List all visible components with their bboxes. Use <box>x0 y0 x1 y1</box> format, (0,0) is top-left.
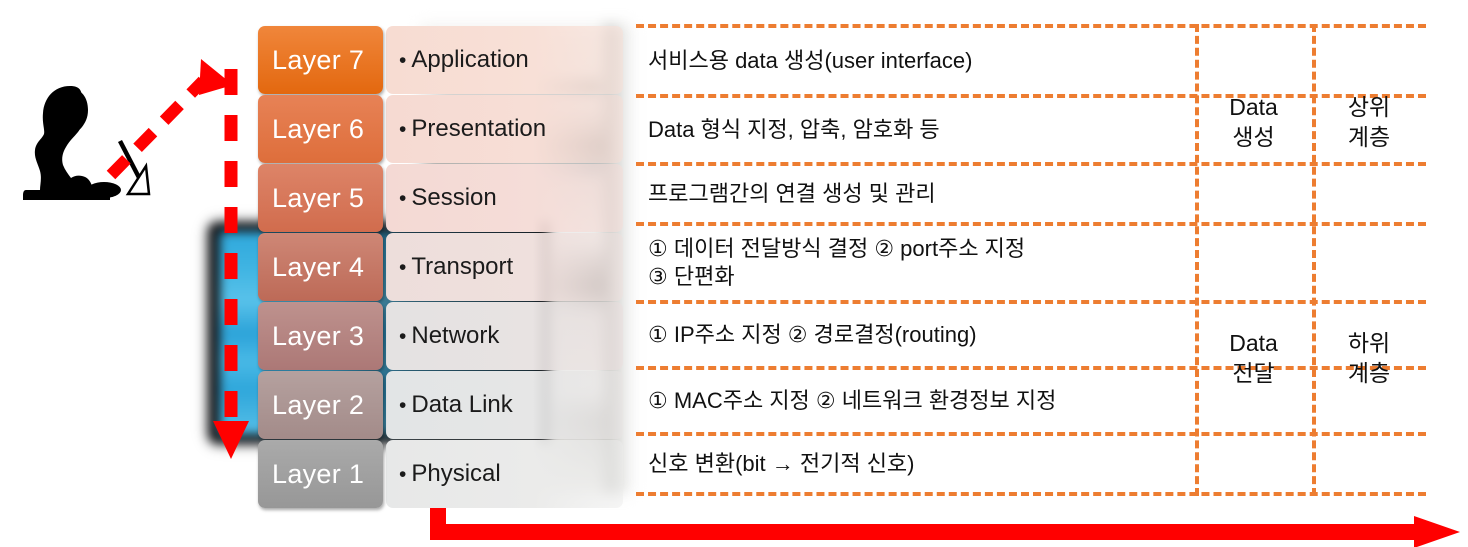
layer-name-label: Data Link <box>411 391 513 418</box>
bullet-icon: • <box>399 462 407 486</box>
layer-badge: Layer 1 <box>258 440 383 508</box>
layer-row[interactable]: Layer 4 • Transport <box>258 233 623 301</box>
description-text: ① MAC주소 지정 ② 네트워크 환경정보 지정 <box>648 387 1057 413</box>
layer-row[interactable]: Layer 7 • Application <box>258 26 623 94</box>
osi-layer-stack: Layer 7 • Application Layer 6 • Presentati… <box>258 26 623 509</box>
data-role-label: Data 전달 <box>1229 330 1278 386</box>
tier-cell-lower: 하위 계층 <box>1312 222 1426 496</box>
layer-badge: Layer 5 <box>258 164 383 232</box>
tier-label: 상위 계층 <box>1347 94 1391 150</box>
bullet-icon: • <box>399 48 407 72</box>
layer-name-cell: • Application <box>386 26 623 94</box>
layer-name-label: Physical <box>411 460 501 487</box>
layer-name-cell: • Data Link <box>386 371 623 439</box>
layer-name-label: Transport <box>411 253 514 280</box>
tier-label: 하위 계층 <box>1347 330 1391 386</box>
data-role-cell-upper: Data 생성 <box>1195 24 1312 222</box>
bullet-icon: • <box>399 255 407 279</box>
red-dashed-up-arrow-icon <box>106 59 249 459</box>
description-text: ① IP주소 지정 ② 경로결정(routing) <box>648 321 977 347</box>
layer-row[interactable]: Layer 1 • Physical <box>258 440 623 508</box>
layer-name-cell: • Presentation <box>386 95 623 163</box>
description-text: 프로그램간의 연결 생성 및 관리 <box>648 180 936 206</box>
tier-cell-upper: 상위 계층 <box>1312 24 1426 222</box>
layer-name-label: Application <box>411 46 529 73</box>
layer-badge: Layer 3 <box>258 302 383 370</box>
layer-name-cell: • Network <box>386 302 623 370</box>
layer-name-cell: • Physical <box>386 440 623 508</box>
layer-badge: Layer 2 <box>258 371 383 439</box>
layer-row[interactable]: Layer 3 • Network <box>258 302 623 370</box>
layer-description-table: 서비스용 data 생성(user interface) Data 형식 지정,… <box>636 24 1426 496</box>
data-role-cell-lower: Data 전달 <box>1195 222 1312 496</box>
bullet-icon: • <box>399 186 407 210</box>
layer-row[interactable]: Layer 2 • Data Link <box>258 371 623 439</box>
description-text: 신호 변환(bit → 전기적 신호) <box>648 450 915 476</box>
layer-name-label: Session <box>411 184 497 211</box>
description-text: Data 형식 지정, 압축, 암호화 등 <box>648 116 940 142</box>
layer-badge: Layer 7 <box>258 26 383 94</box>
layer-row[interactable]: Layer 5 • Session <box>258 164 623 232</box>
bullet-icon: • <box>399 117 407 141</box>
layer-badge: Layer 4 <box>258 233 383 301</box>
description-text: ① 데이터 전달방식 결정 ② port주소 지정 ③ 단편화 <box>648 235 1026 289</box>
layer-name-label: Network <box>411 322 500 349</box>
osi-diagram-canvas: Layer 7 • Application Layer 6 • Presentati… <box>0 0 1468 547</box>
layer-name-cell: • Transport <box>386 233 623 301</box>
layer-badge: Layer 6 <box>258 95 383 163</box>
layer-name-cell: • Session <box>386 164 623 232</box>
layer-name-label: Presentation <box>411 115 547 142</box>
data-role-label: Data 생성 <box>1229 94 1278 150</box>
layer-row[interactable]: Layer 6 • Presentation <box>258 95 623 163</box>
bullet-icon: • <box>399 393 407 417</box>
bullet-icon: • <box>399 324 407 348</box>
description-text: 서비스용 data 생성(user interface) <box>648 47 973 73</box>
